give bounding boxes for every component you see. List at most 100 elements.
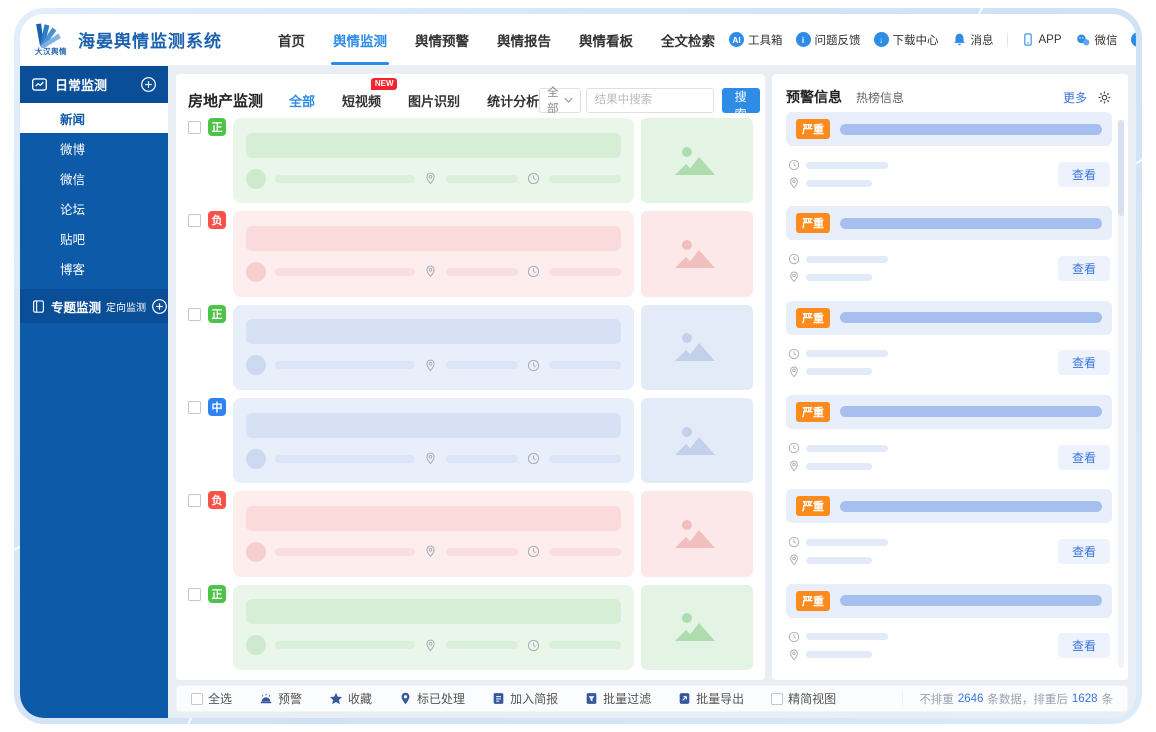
- tab-statistics[interactable]: 统计分析: [487, 91, 539, 110]
- more-link[interactable]: 更多: [1063, 89, 1087, 106]
- util-label: 微信: [1094, 34, 1118, 47]
- item-thumbnail[interactable]: [641, 397, 753, 484]
- item-checkbox[interactable]: [188, 214, 201, 228]
- alert-card[interactable]: 严重 查看: [786, 489, 1112, 575]
- sidebar-item-news[interactable]: 新闻: [20, 103, 168, 133]
- view-button[interactable]: 查看: [1058, 444, 1110, 470]
- severity-badge: 严重: [796, 496, 830, 517]
- select-all-action[interactable]: 全选: [191, 690, 232, 707]
- warn-action[interactable]: 预警: [259, 690, 302, 707]
- sidebar-item-blog[interactable]: 博客: [20, 253, 168, 283]
- alert-card[interactable]: 严重 查看: [786, 206, 1112, 292]
- sidebar: 日常监测 新闻 微博 微信 论坛 贴吧 博客 专题监测 定向监测: [20, 66, 168, 718]
- list-item[interactable]: 正: [188, 584, 753, 670]
- item-checkbox[interactable]: [188, 494, 201, 508]
- sidebar-section-topic-monitor[interactable]: 专题监测 定向监测: [20, 289, 168, 323]
- plus-circle-icon[interactable]: [151, 298, 168, 315]
- region-placeholder: [446, 267, 518, 276]
- item-checkbox[interactable]: [188, 587, 201, 601]
- util-messages[interactable]: 消息: [952, 32, 994, 48]
- list-item[interactable]: 负: [188, 491, 753, 577]
- batch-filter-action[interactable]: 批量过滤: [585, 690, 651, 707]
- nav-item-home[interactable]: 首页: [264, 14, 319, 65]
- view-button[interactable]: 查看: [1058, 633, 1110, 659]
- action-label: 全选: [208, 692, 233, 706]
- list-item[interactable]: 正: [188, 304, 753, 390]
- alert-card[interactable]: 严重 查看: [786, 112, 1112, 198]
- item-content[interactable]: [233, 491, 634, 577]
- alert-details: 查看: [786, 335, 1112, 387]
- item-thumbnail[interactable]: [641, 118, 753, 204]
- sidebar-item-forum[interactable]: 论坛: [20, 193, 168, 223]
- tab-alert-info[interactable]: 预警信息: [786, 87, 842, 107]
- scrollbar-thumb[interactable]: [1118, 120, 1124, 216]
- util-help[interactable]: ? 帮助: [1130, 32, 1136, 48]
- item-content[interactable]: [233, 584, 634, 670]
- sidebar-section-daily-monitor[interactable]: 日常监测: [20, 66, 168, 103]
- tab-short-video[interactable]: 短视频 NEW: [342, 77, 398, 110]
- alert-region-placeholder: [806, 368, 872, 376]
- wechat-icon: [1075, 33, 1091, 47]
- search-button[interactable]: 搜索: [721, 87, 760, 121]
- sidebar-item-weibo[interactable]: 微博: [20, 133, 168, 163]
- util-app[interactable]: APP: [1021, 32, 1062, 47]
- nav-item-board[interactable]: 舆情看板: [565, 14, 647, 65]
- item-thumbnail[interactable]: [641, 211, 753, 297]
- sentiment-badge: 正: [208, 304, 226, 323]
- item-checkbox[interactable]: [188, 121, 201, 134]
- view-button[interactable]: 查看: [1058, 255, 1110, 281]
- alert-card[interactable]: 严重 查看: [786, 394, 1112, 481]
- item-content[interactable]: [233, 304, 634, 390]
- util-feedback[interactable]: i 问题反馈: [795, 32, 861, 48]
- alert-card[interactable]: 严重 查看: [786, 300, 1112, 387]
- view-button[interactable]: 查看: [1058, 350, 1110, 376]
- nav-item-report[interactable]: 舆情报告: [483, 14, 565, 65]
- alert-card[interactable]: 严重 查看: [786, 583, 1112, 670]
- item-content[interactable]: [233, 118, 634, 204]
- compact-view-checkbox[interactable]: [771, 692, 784, 705]
- location-pin-icon: [424, 359, 437, 372]
- item-thumbnail[interactable]: [641, 304, 753, 390]
- item-checkbox[interactable]: [188, 400, 201, 414]
- list-item[interactable]: 中: [188, 397, 753, 484]
- alert-region-placeholder: [806, 462, 872, 470]
- location-pin-icon: [788, 554, 800, 566]
- util-download-center[interactable]: ↓ 下载中心: [873, 32, 939, 48]
- sidebar-item-wechat[interactable]: 微信: [20, 163, 168, 193]
- region-placeholder: [446, 547, 518, 556]
- compact-view-action[interactable]: 精简视图: [771, 690, 836, 707]
- item-thumbnail[interactable]: [641, 491, 753, 577]
- list-item[interactable]: 负: [188, 211, 753, 297]
- view-button[interactable]: 查看: [1058, 538, 1110, 564]
- sidebar-item-tieba[interactable]: 贴吧: [20, 223, 168, 253]
- item-content[interactable]: [233, 211, 634, 297]
- favorite-action[interactable]: 收藏: [329, 690, 372, 707]
- photo-icon: [675, 333, 715, 362]
- list-item[interactable]: 正: [188, 118, 753, 204]
- select-all-checkbox[interactable]: [191, 692, 203, 705]
- item-thumbnail[interactable]: [641, 584, 753, 670]
- nav-item-warning[interactable]: 舆情预警: [401, 14, 483, 65]
- batch-toolbar: 全选 预警 收藏 标已处理 加入简报 批量过滤 批量导出 精简视图 不排重 26…: [176, 685, 1128, 712]
- view-button[interactable]: 查看: [1058, 161, 1110, 187]
- nav-item-monitor[interactable]: 舆情监测: [319, 14, 401, 65]
- tab-all[interactable]: 全部: [289, 91, 315, 110]
- search-scope-select[interactable]: 全部: [539, 87, 581, 115]
- tab-hot-list[interactable]: 热榜信息: [856, 89, 904, 106]
- item-checkbox[interactable]: [188, 307, 201, 321]
- tab-image-recognition[interactable]: 图片识别: [408, 91, 460, 110]
- photo-icon: [675, 426, 715, 455]
- ai-circle-icon: AI: [729, 32, 744, 47]
- mark-processed-action[interactable]: 标已处理: [399, 690, 465, 707]
- batch-export-action[interactable]: 批量导出: [678, 690, 744, 707]
- item-content[interactable]: [233, 397, 634, 484]
- nav-item-fulltext[interactable]: 全文检索: [647, 14, 729, 65]
- settings-gear-icon[interactable]: [1097, 90, 1112, 105]
- util-wechat[interactable]: 微信: [1075, 32, 1118, 48]
- scrollbar[interactable]: [1118, 120, 1124, 668]
- plus-circle-icon[interactable]: [140, 76, 157, 93]
- add-briefing-action[interactable]: 加入简报: [492, 690, 558, 707]
- search-input[interactable]: [585, 87, 714, 113]
- export-icon: [678, 692, 691, 705]
- util-toolbox[interactable]: AI 工具箱: [729, 32, 783, 48]
